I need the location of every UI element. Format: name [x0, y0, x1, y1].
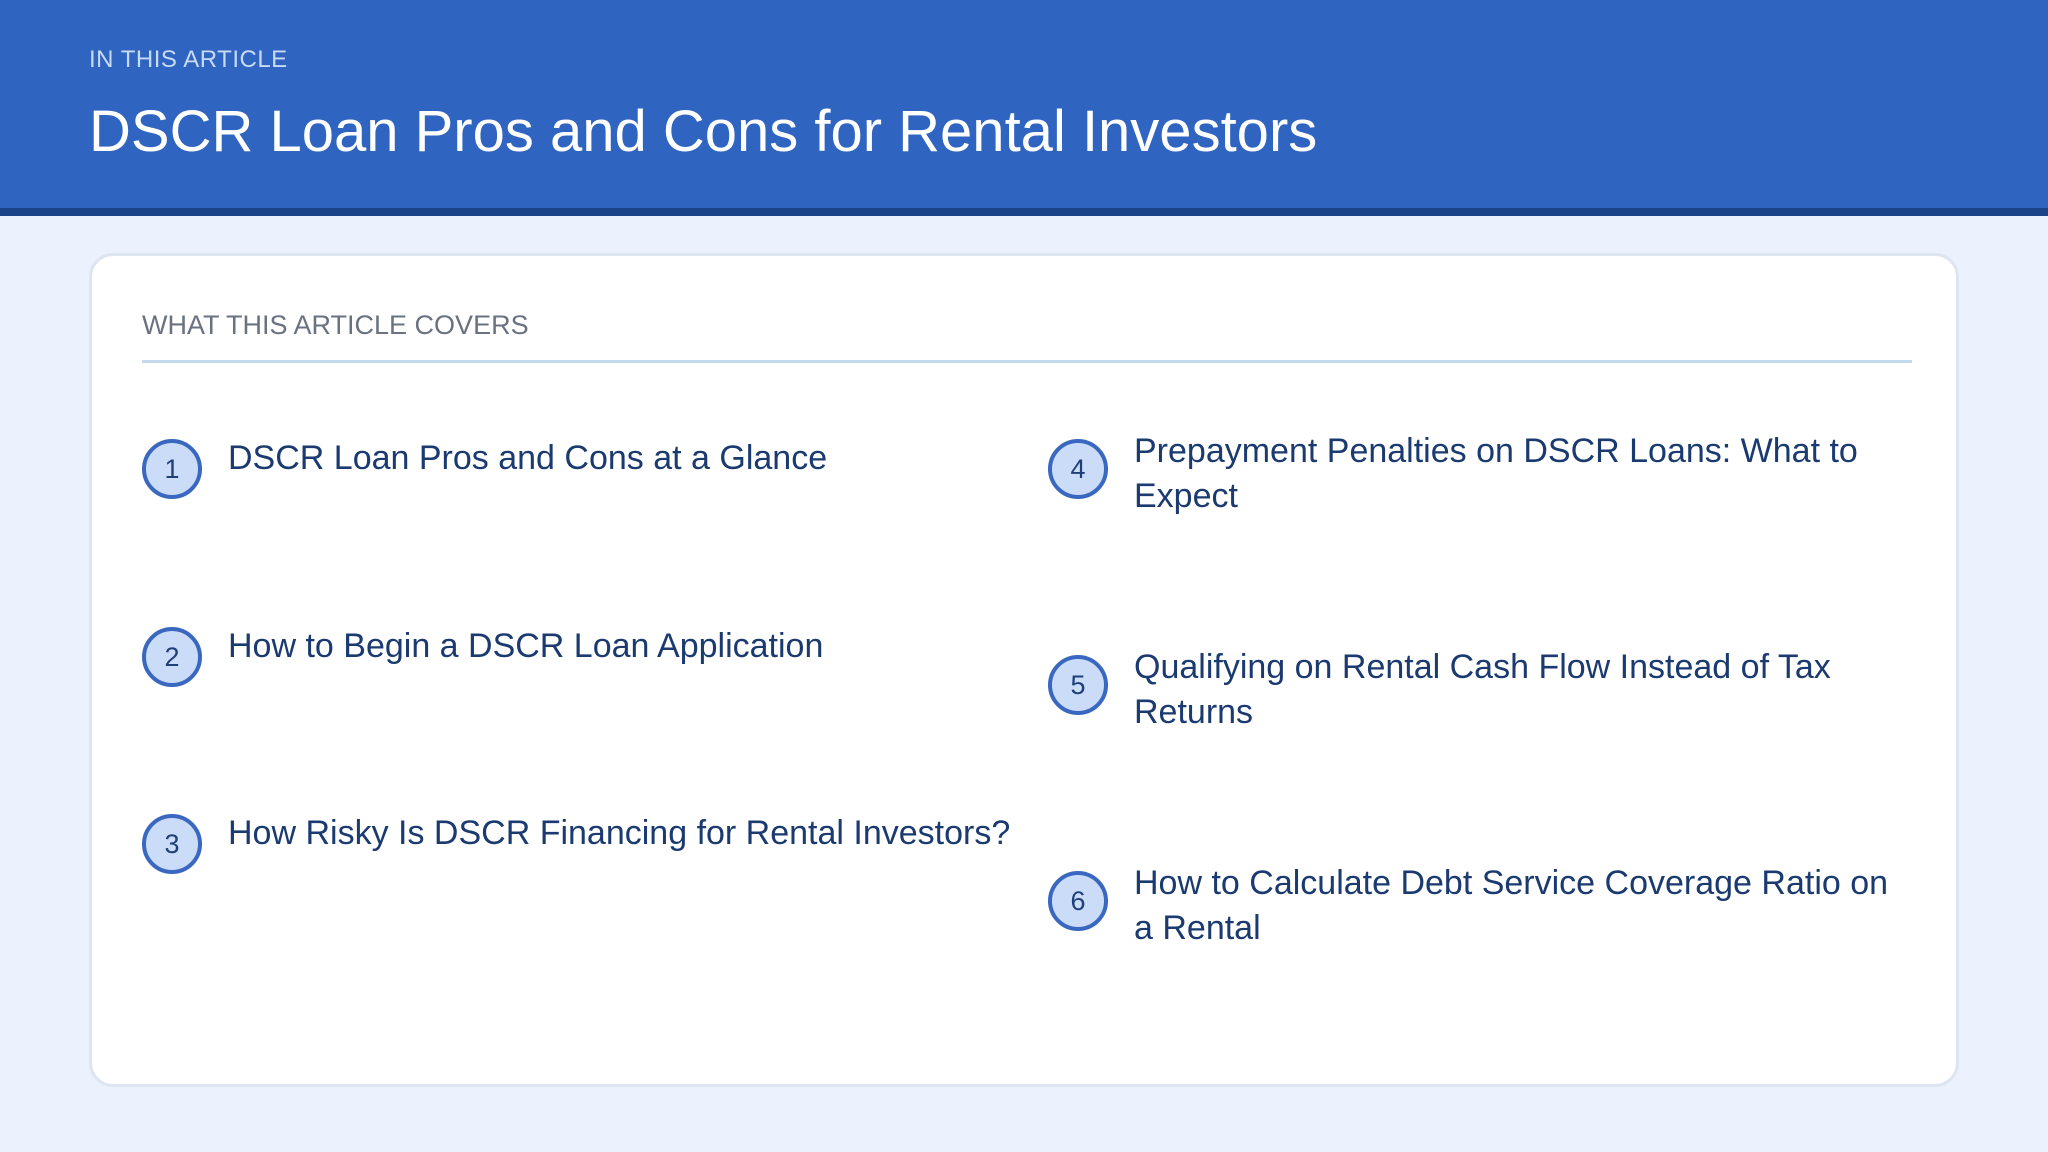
toc-item-1[interactable]: 1 DSCR Loan Pros and Cons at a Glance: [142, 439, 1018, 499]
divider: [142, 360, 1912, 363]
toc-item-2[interactable]: 2 How to Begin a DSCR Loan Application: [142, 627, 1018, 687]
toc-item-4[interactable]: 4 Prepayment Penalties on DSCR Loans: Wh…: [1048, 432, 1894, 519]
eyebrow-label: IN THIS ARTICLE: [89, 46, 288, 73]
number-badge: 3: [142, 814, 202, 874]
number-badge: 5: [1048, 655, 1108, 715]
toc-item-label: Prepayment Penalties on DSCR Loans: What…: [1134, 432, 1858, 515]
toc-item-3[interactable]: 3 How Risky Is DSCR Financing for Rental…: [142, 814, 1018, 874]
toc-item-5[interactable]: 5 Qualifying on Rental Cash Flow Instead…: [1048, 648, 1894, 735]
page-title: DSCR Loan Pros and Cons for Rental Inves…: [89, 99, 1318, 164]
table-of-contents-card: WHAT THIS ARTICLE COVERS 1 DSCR Loan Pro…: [89, 253, 1959, 1087]
article-header: IN THIS ARTICLE DSCR Loan Pros and Cons …: [0, 0, 2048, 216]
toc-item-label: How to Calculate Debt Service Coverage R…: [1134, 864, 1889, 947]
toc-item-label: How to Begin a DSCR Loan Application: [228, 627, 824, 665]
number-badge: 6: [1048, 871, 1108, 931]
number-badge: 2: [142, 627, 202, 687]
number-badge: 1: [142, 439, 202, 499]
toc-item-label: Qualifying on Rental Cash Flow Instead o…: [1134, 648, 1831, 731]
toc-item-label: How Risky Is DSCR Financing for Rental I…: [228, 814, 1011, 852]
toc-item-6[interactable]: 6 How to Calculate Debt Service Coverage…: [1048, 864, 1894, 951]
number-badge: 4: [1048, 439, 1108, 499]
toc-item-label: DSCR Loan Pros and Cons at a Glance: [228, 439, 828, 477]
card-label: WHAT THIS ARTICLE COVERS: [142, 310, 529, 340]
